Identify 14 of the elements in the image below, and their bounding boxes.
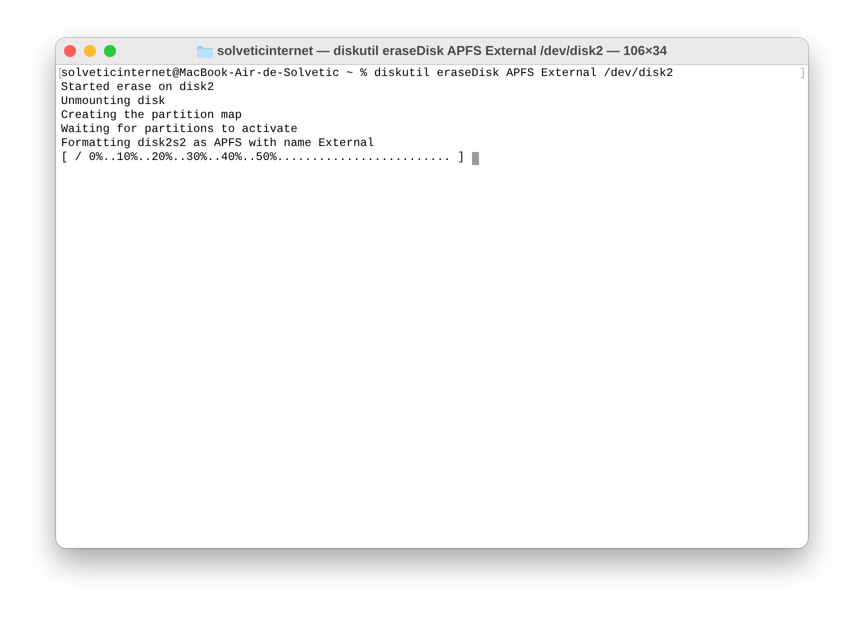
bookmark-mark: [ [57,68,64,81]
terminal-line: Formatting disk2s2 as APFS with name External [61,137,374,151]
terminal-line: Started erase on disk2 [61,81,214,95]
bookmark-mark: ] [799,67,806,81]
terminal-line: Creating the partition map [61,109,242,123]
close-button[interactable] [64,45,76,57]
terminal-line: Unmounting disk [61,95,166,109]
terminal-line: solveticinternet@MacBook-Air-de-Solvetic ~ % diskutil eraseDisk APFS External /dev/disk2 [61,67,674,81]
terminal-line: [ / 0%..10%..20%..30%..40%..50%......................... ] [61,151,465,165]
folder-icon [196,44,213,58]
zoom-button[interactable] [104,45,116,57]
minimize-button[interactable] [84,45,96,57]
terminal-line: Waiting for partitions to activate [61,123,298,137]
window-title: solveticinternet — diskutil eraseDisk APFS External /dev/disk2 — 106×34 [216,42,668,60]
